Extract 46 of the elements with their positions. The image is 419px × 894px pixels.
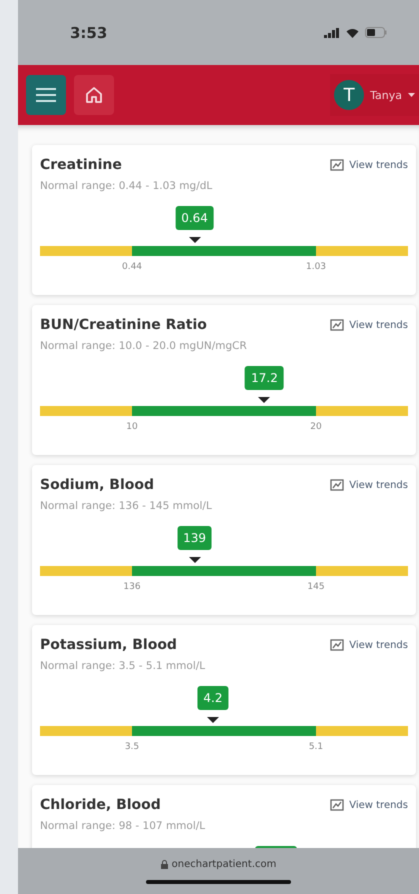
view-trends-link[interactable]: View trends [330, 319, 408, 331]
range-tick: 10 [126, 422, 138, 432]
status-time: 3:53 [70, 24, 108, 42]
test-name: Sodium, Blood [40, 477, 154, 493]
home-button[interactable] [74, 75, 114, 115]
home-icon [85, 86, 103, 104]
user-menu-button[interactable]: T Tanya [330, 74, 419, 116]
normal-range: Normal range: 136 - 145 mmol/L [40, 500, 213, 512]
user-name: Tanya [370, 88, 402, 102]
url-text[interactable]: onechartpatient.com [160, 858, 276, 870]
range-tick: 5.1 [308, 742, 324, 752]
value-badge: 4.2 [197, 686, 228, 710]
range-tick: 0.44 [122, 262, 142, 272]
normal-range: Normal range: 98 - 107 mmol/L [40, 820, 206, 832]
value-badge: 0.64 [175, 206, 214, 230]
chart-icon [330, 639, 344, 651]
view-trends-link[interactable]: View trends [330, 159, 408, 171]
normal-range: Normal range: 10.0 - 20.0 mgUN/mgCR [40, 340, 248, 352]
range-tick: 3.5 [124, 742, 140, 752]
chart-icon [330, 799, 344, 811]
user-avatar: T [334, 80, 364, 110]
test-name: Potassium, Blood [40, 637, 177, 653]
normal-range: Normal range: 3.5 - 5.1 mmol/L [40, 660, 206, 672]
range-tick: 1.03 [306, 262, 326, 272]
range-tick: 145 [307, 582, 325, 592]
battery-icon [365, 27, 387, 38]
range-tick: 20 [310, 422, 322, 432]
chart-icon [330, 479, 344, 491]
view-trends-link[interactable]: View trends [330, 479, 408, 491]
signal-icon [324, 28, 340, 38]
test-name: Creatinine [40, 157, 122, 173]
test-name: Chloride, Blood [40, 797, 161, 813]
caret-icon [408, 92, 415, 98]
chart-icon [330, 159, 344, 171]
view-trends-link[interactable]: View trends [330, 799, 408, 811]
value-badge: 139 [177, 526, 212, 550]
menu-icon [36, 87, 56, 103]
normal-range: Normal range: 0.44 - 1.03 mg/dL [40, 180, 214, 192]
test-name: BUN/Creatinine Ratio [40, 317, 207, 333]
value-badge: 17.2 [245, 366, 284, 390]
view-trends-link[interactable]: View trends [330, 639, 408, 651]
lock-icon [160, 860, 168, 868]
menu-button[interactable] [26, 75, 66, 115]
wifi-icon [346, 28, 359, 38]
range-tick: 136 [123, 582, 141, 592]
chart-icon [330, 319, 344, 331]
